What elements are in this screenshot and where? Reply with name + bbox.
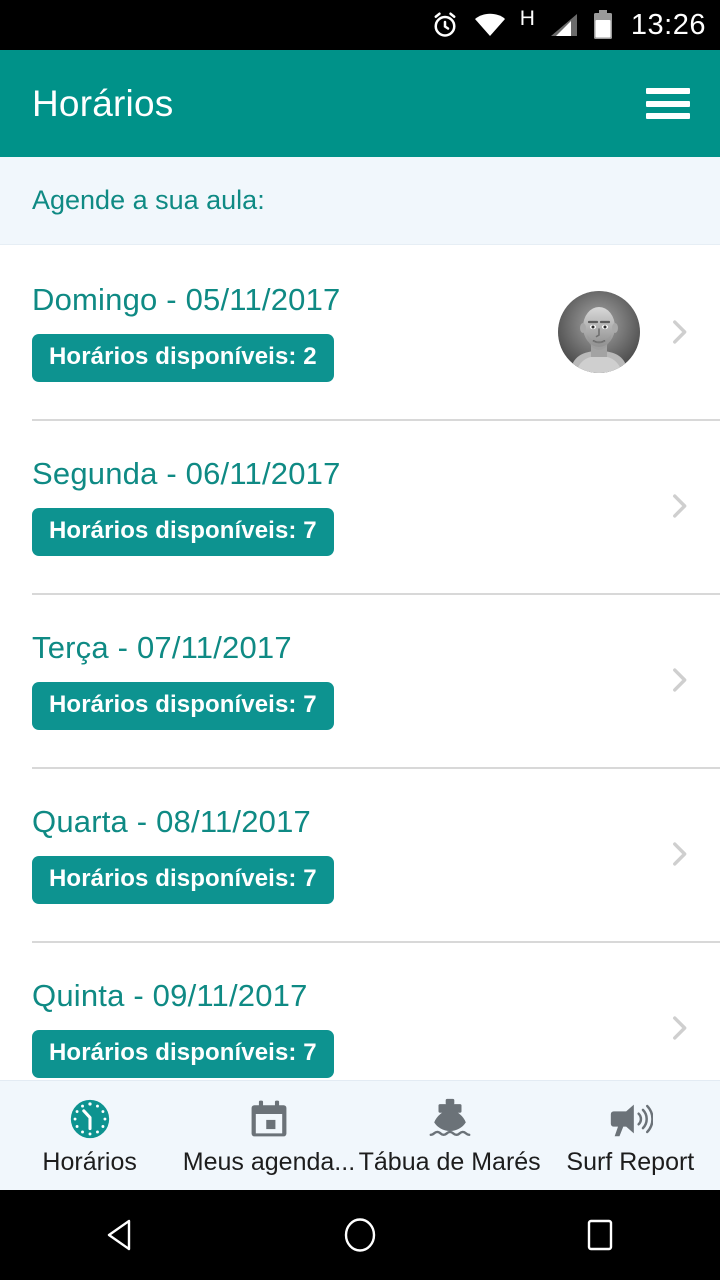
row-title: Quarta - 08/11/2017: [32, 804, 311, 839]
row-content: Terça - 07/11/2017 Horários disponíveis:…: [32, 630, 558, 730]
row-content: Quinta - 09/11/2017 Horários disponíveis…: [32, 978, 558, 1078]
signal-icon: [549, 12, 579, 38]
table-row[interactable]: Domingo - 05/11/2017 Horários disponívei…: [0, 245, 720, 419]
tab-meus-agendamentos[interactable]: Meus agenda...: [179, 1095, 358, 1177]
row-title: Domingo - 05/11/2017: [32, 282, 341, 317]
home-circle-icon[interactable]: [300, 1190, 420, 1280]
calendar-icon: [247, 1095, 291, 1143]
recents-square-icon[interactable]: [540, 1190, 660, 1280]
app-bar: Horários: [0, 50, 720, 157]
row-title: Segunda - 06/11/2017: [32, 456, 341, 491]
tab-label: Tábua de Marés: [358, 1147, 541, 1176]
chevron-right-icon[interactable]: [662, 489, 696, 523]
status-badge: Horários disponíveis: 7: [32, 682, 334, 730]
tab-surf-report[interactable]: Surf Report: [541, 1095, 720, 1177]
megaphone-icon: [607, 1095, 654, 1143]
row-trailing: [558, 837, 696, 871]
row-trailing: [558, 291, 696, 373]
tab-label: Horários: [42, 1147, 137, 1176]
hamburger-menu-icon[interactable]: [646, 88, 690, 119]
row-title: Terça - 07/11/2017: [32, 630, 292, 665]
tab-tabua-de-mares[interactable]: Tábua de Marés: [359, 1095, 541, 1177]
status-bar-clock: 13:26: [630, 8, 706, 41]
chevron-right-icon[interactable]: [662, 663, 696, 697]
row-content: Quarta - 08/11/2017 Horários disponíveis…: [32, 804, 558, 904]
chevron-right-icon[interactable]: [662, 837, 696, 871]
chevron-right-icon[interactable]: [662, 315, 696, 349]
subtitle-bar: Agende a sua aula:: [0, 157, 720, 245]
page-title: Horários: [32, 82, 174, 124]
subtitle-text: Agende a sua aula:: [32, 185, 265, 215]
boat-icon: [427, 1095, 473, 1143]
row-title: Quinta - 09/11/2017: [32, 978, 308, 1013]
row-trailing: [558, 489, 696, 523]
status-badge: Horários disponíveis: 7: [32, 508, 334, 556]
status-bar: H 13:26: [0, 0, 720, 50]
tab-label: Surf Report: [566, 1147, 695, 1176]
row-trailing: [558, 1011, 696, 1045]
status-badge: Horários disponíveis: 7: [32, 1030, 334, 1078]
alarm-icon: [430, 10, 460, 40]
android-navigation-bar: [0, 1190, 720, 1280]
status-badge: Horários disponíveis: 7: [32, 856, 334, 904]
tab-label: Meus agenda...: [182, 1147, 356, 1176]
back-triangle-icon[interactable]: [60, 1190, 180, 1280]
battery-icon: [593, 10, 613, 40]
phone-screen: H 13:26 Horários Agende a sua aula: Domi…: [0, 0, 720, 1280]
row-content: Segunda - 06/11/2017 Horários disponívei…: [32, 456, 558, 556]
table-row[interactable]: Terça - 07/11/2017 Horários disponíveis:…: [0, 593, 720, 767]
table-row[interactable]: Segunda - 06/11/2017 Horários disponívei…: [0, 419, 720, 593]
avatar: [558, 291, 640, 373]
status-badge: Horários disponíveis: 2: [32, 334, 334, 382]
network-type-indicator: H: [519, 6, 535, 30]
row-content: Domingo - 05/11/2017 Horários disponívei…: [32, 282, 558, 382]
wifi-icon: [474, 12, 506, 38]
clock-icon: [67, 1095, 113, 1143]
chevron-right-icon[interactable]: [662, 1011, 696, 1045]
bottom-tab-bar: Horários Meus agenda... Tábua de Marés S…: [0, 1080, 720, 1190]
row-trailing: [558, 663, 696, 697]
tab-horarios[interactable]: Horários: [0, 1095, 179, 1177]
table-row[interactable]: Quarta - 08/11/2017 Horários disponíveis…: [0, 767, 720, 941]
